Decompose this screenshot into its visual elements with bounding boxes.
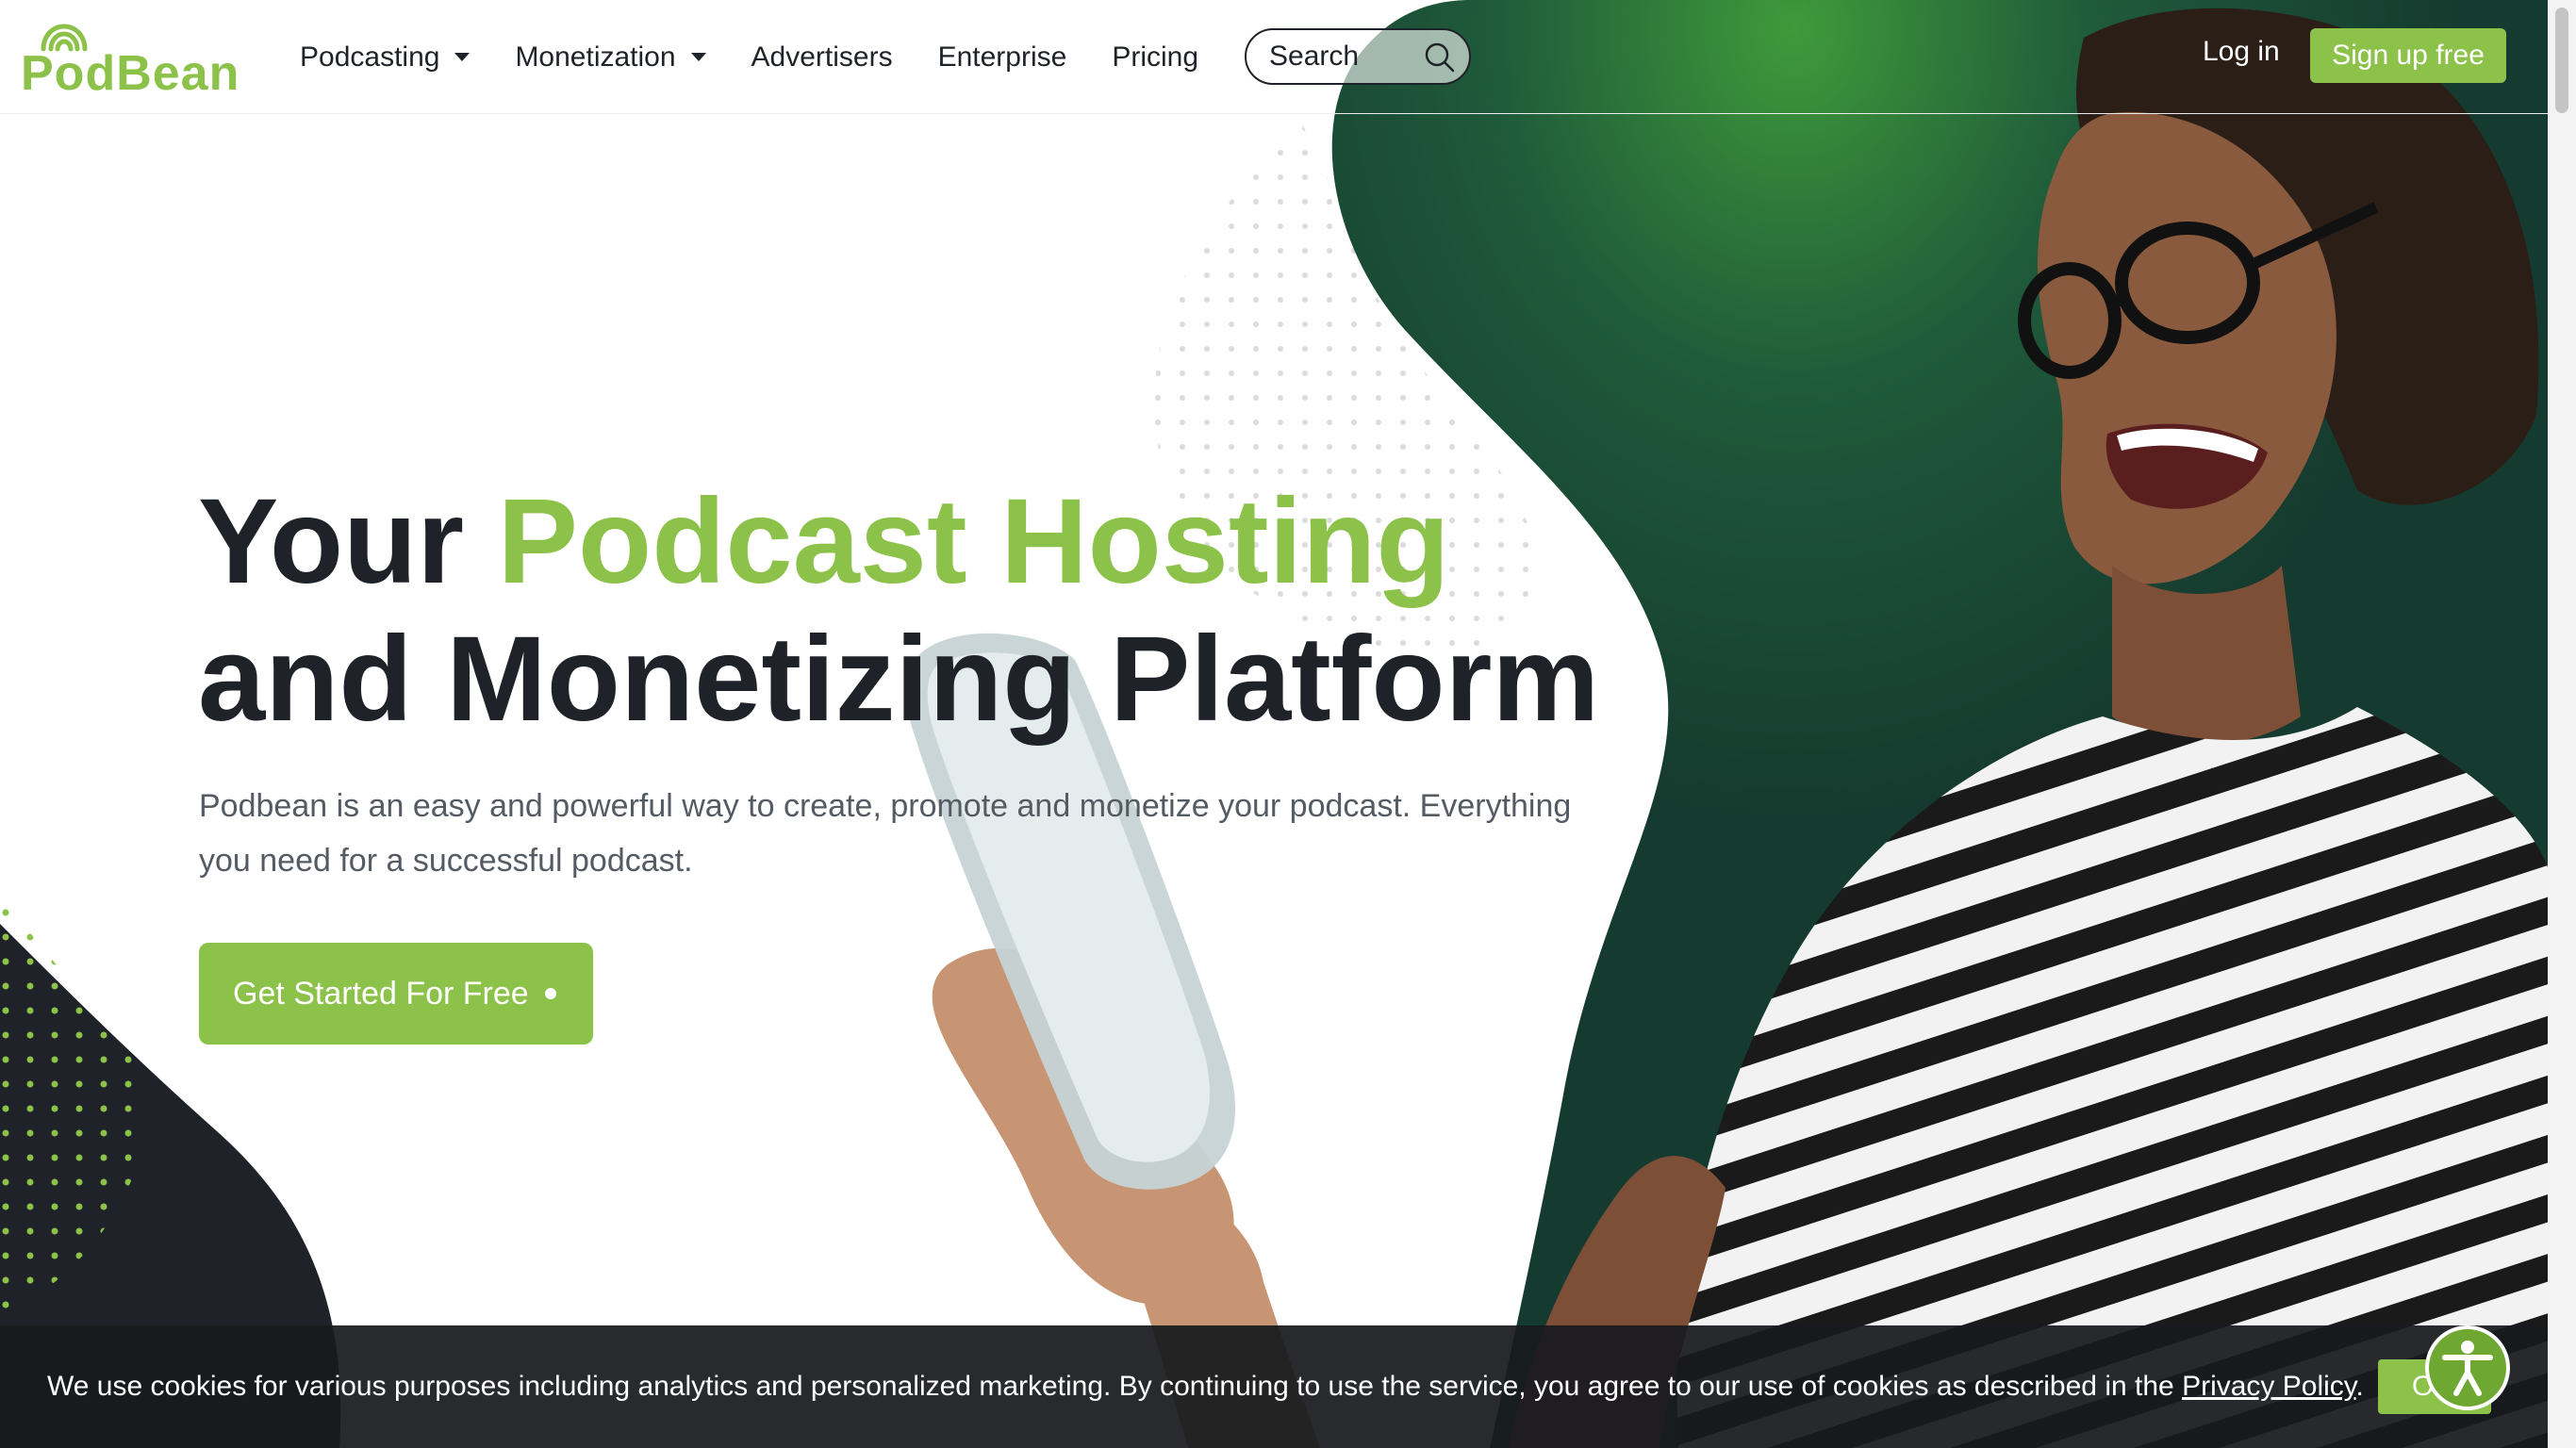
accessibility-button[interactable]: [2425, 1325, 2510, 1410]
scrollbar-thumb[interactable]: [2555, 8, 2568, 113]
get-started-button[interactable]: Get Started For Free: [199, 943, 593, 1045]
search-box: [1245, 28, 1471, 85]
nav-item-label: Advertisers: [751, 41, 893, 73]
hero-title: Your Podcast Hosting and Monetizing Plat…: [198, 473, 1599, 749]
hero-title-part1: Your: [198, 474, 498, 609]
nav-item-label: Pricing: [1112, 41, 1199, 73]
privacy-policy-link[interactable]: Privacy Policy: [2182, 1371, 2355, 1402]
hero-title-accent: Podcast Hosting: [497, 474, 1450, 609]
accessibility-icon: [2442, 1341, 2493, 1396]
cookie-message: We use cookies for various purposes incl…: [47, 1371, 2364, 1403]
logo-wordmark: PodBean: [21, 46, 240, 101]
page-scrollbar[interactable]: [2548, 0, 2576, 1448]
cta-dot-icon: [545, 988, 556, 999]
podbean-logo[interactable]: PodBean: [21, 17, 239, 101]
nav-item-label: Podcasting: [300, 41, 440, 73]
chevron-down-icon: [454, 53, 471, 61]
search-input[interactable]: [1269, 41, 1420, 73]
search-icon[interactable]: [1424, 41, 1456, 74]
nav-item-advertisers[interactable]: Advertisers: [751, 41, 893, 74]
cookie-text-suffix: .: [2355, 1371, 2364, 1402]
nav-item-enterprise[interactable]: Enterprise: [938, 41, 1067, 74]
nav-item-pricing[interactable]: Pricing: [1112, 41, 1198, 74]
signup-button[interactable]: Sign up free: [2310, 28, 2506, 83]
nav-item-label: Enterprise: [937, 41, 1067, 73]
hero-subtitle: Podbean is an easy and powerful way to c…: [199, 788, 1572, 879]
nav-item-label: Monetization: [515, 41, 676, 73]
cookie-text: We use cookies for various purposes incl…: [47, 1371, 2183, 1402]
get-started-label: Get Started For Free: [233, 975, 529, 1012]
site-header: PodBean Podcasting Monetization Advertis…: [0, 0, 2576, 114]
nav-item-podcasting[interactable]: Podcasting: [300, 41, 471, 74]
cookie-consent-bar: We use cookies for various purposes incl…: [0, 1325, 2548, 1448]
nav-item-monetization[interactable]: Monetization: [515, 41, 706, 74]
hero-title-line2: and Monetizing Platform: [198, 612, 1600, 747]
chevron-down-icon: [690, 53, 706, 61]
main-nav: Podcasting Monetization Advertisers Ente…: [300, 0, 1244, 114]
login-link[interactable]: Log in: [2203, 36, 2280, 68]
